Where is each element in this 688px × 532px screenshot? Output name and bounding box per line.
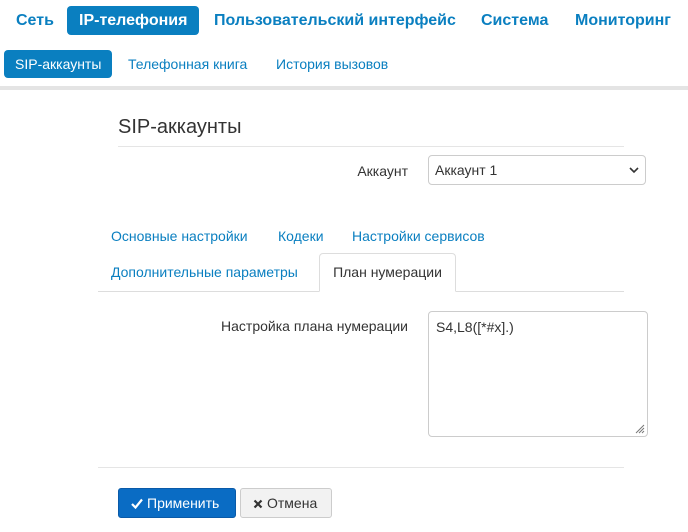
- dialplan-value: S4,L8([*#x].): [436, 319, 514, 335]
- subnav-sip-accounts[interactable]: SIP-аккаунты: [4, 50, 113, 78]
- header-divider: [0, 86, 688, 90]
- sub-nav: SIP-аккаунты Телефонная книга История вы…: [0, 44, 688, 86]
- check-icon: [131, 498, 143, 510]
- apply-button[interactable]: Применить: [118, 488, 236, 518]
- form-divider: [98, 467, 624, 468]
- apply-button-label: Применить: [147, 495, 220, 511]
- nav-user-interface[interactable]: Пользовательский интерфейс: [214, 6, 456, 35]
- title-divider: [118, 146, 624, 147]
- top-nav: Сеть IP-телефония Пользовательский интер…: [0, 0, 688, 40]
- nav-system[interactable]: Система: [481, 6, 548, 35]
- chevron-down-icon: [629, 167, 639, 174]
- account-select-value: Аккаунт 1: [435, 162, 498, 178]
- tab-codecs[interactable]: Кодеки: [278, 228, 324, 244]
- account-select[interactable]: Аккаунт 1: [428, 155, 646, 185]
- subnav-call-history[interactable]: История вызовов: [276, 50, 388, 78]
- nav-monitoring[interactable]: Мониторинг: [575, 6, 671, 35]
- cancel-button-label: Отмена: [267, 495, 318, 511]
- tab-dial-plan[interactable]: План нумерации: [319, 253, 456, 292]
- tab-service-settings[interactable]: Настройки сервисов: [352, 228, 485, 244]
- close-icon: [253, 499, 263, 509]
- tab-additional-params[interactable]: Дополнительные параметры: [111, 264, 298, 280]
- page-title: SIP-аккаунты: [118, 116, 242, 138]
- tab-basic-settings[interactable]: Основные настройки: [111, 228, 248, 244]
- nav-ip-telephony[interactable]: IP-телефония: [67, 6, 200, 35]
- cancel-button[interactable]: Отмена: [240, 488, 332, 518]
- dialplan-label: Настройка плана нумерации: [221, 318, 408, 334]
- resize-grip-icon[interactable]: [633, 422, 645, 434]
- nav-network[interactable]: Сеть: [16, 6, 54, 35]
- subnav-phonebook[interactable]: Телефонная книга: [128, 50, 247, 78]
- account-label: Аккаунт: [357, 163, 408, 179]
- dialplan-textarea[interactable]: S4,L8([*#x].): [428, 311, 648, 437]
